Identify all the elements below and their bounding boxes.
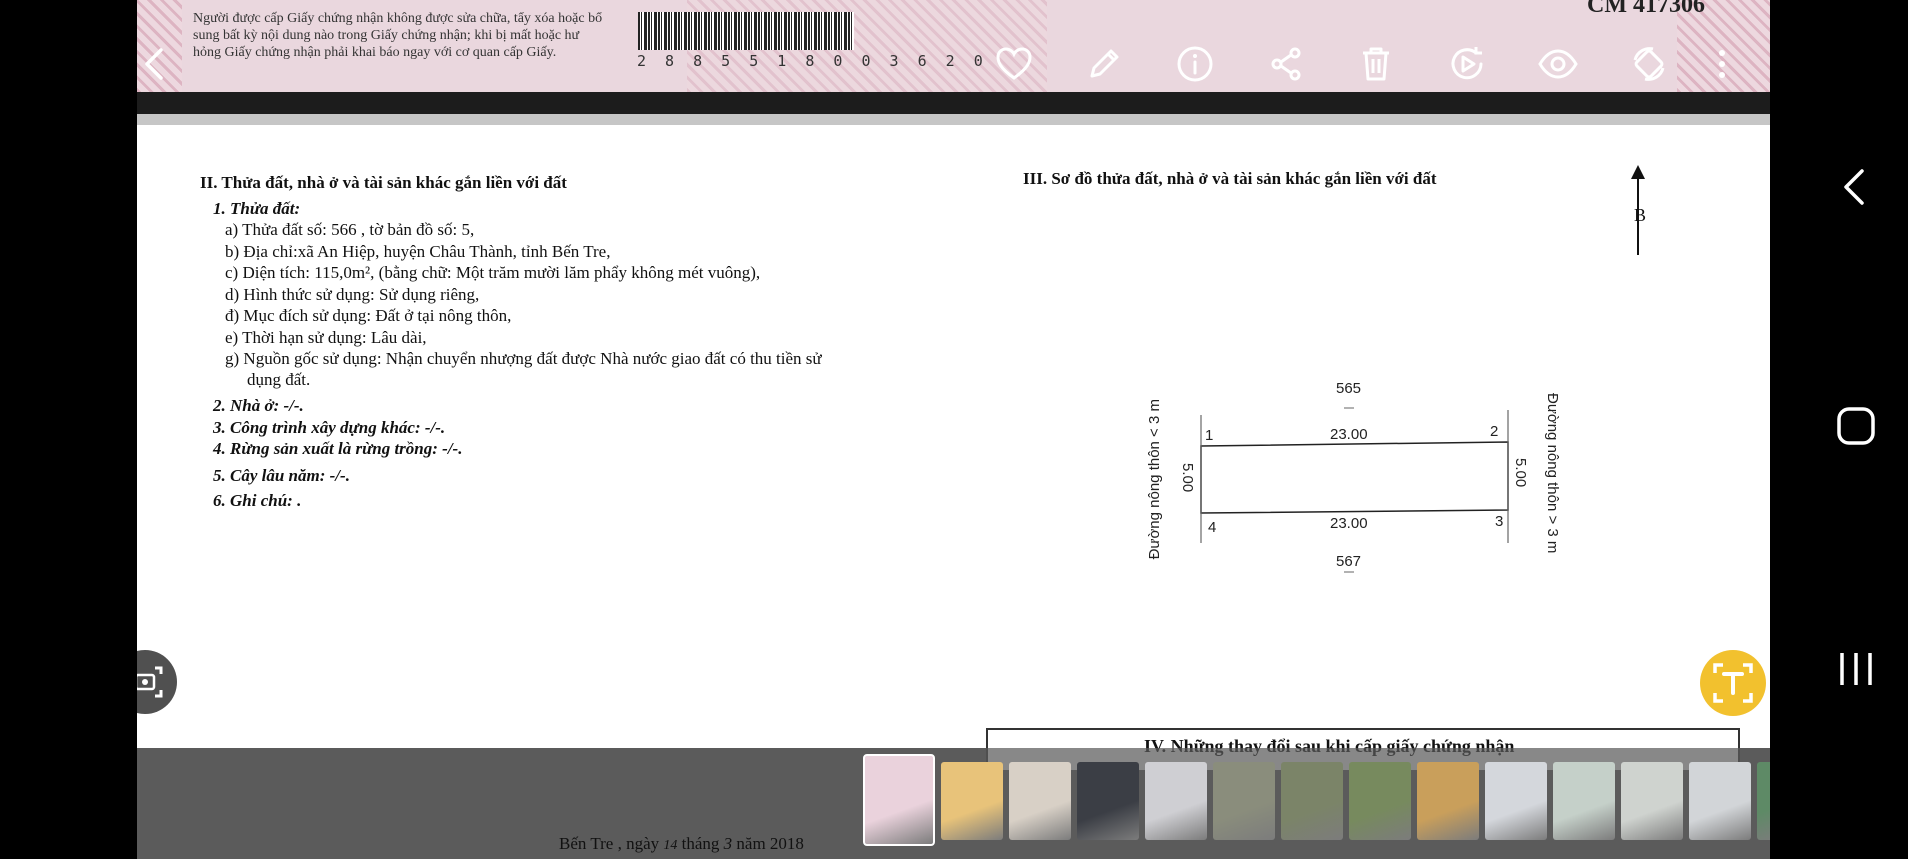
land-line: e) Thời hạn sử dụng: Lâu dài,	[225, 328, 427, 347]
rotate-button[interactable]	[1625, 40, 1673, 88]
pencil-icon	[1090, 49, 1119, 78]
chevron-left-icon	[145, 48, 163, 80]
issue-date: Bến Tre , ngày 14 tháng 3 năm 2018	[559, 834, 804, 854]
delete-button[interactable]	[1352, 40, 1400, 88]
thumbnail-doc-4[interactable]	[1621, 762, 1683, 840]
thumbnail-drawing[interactable]	[941, 762, 1003, 840]
land-line: c) Diện tích: 115,0m², (bằng chữ: Một tr…	[225, 263, 761, 282]
recents-nav-icon[interactable]	[1836, 649, 1876, 689]
thumbnail-road-1[interactable]	[1213, 762, 1275, 840]
image-viewer[interactable]: Người được cấp Giấy chứng nhận không đượ…	[137, 0, 1770, 859]
corner-label: 1	[1205, 427, 1214, 444]
neighbor-top-label: 565	[1336, 380, 1362, 397]
thumbnail-doc-5[interactable]	[1689, 762, 1751, 840]
land-line: g) Nguồn gốc sử dụng: Nhận chuyển nhượng…	[225, 349, 822, 368]
heart-icon	[996, 47, 1032, 80]
item-note: 6. Ghi chú: .	[213, 491, 302, 510]
thumbnail-fabric[interactable]	[1009, 762, 1071, 840]
more-options-button[interactable]	[1705, 40, 1739, 88]
thumbnail-strip[interactable]	[863, 754, 1770, 846]
length-left-label: 5.00	[1179, 463, 1196, 493]
barcode	[638, 12, 854, 50]
video-edit-icon	[1451, 47, 1483, 80]
item-house: 2. Nhà ở: -/-.	[213, 396, 304, 415]
text-scan-icon	[1713, 663, 1753, 703]
thumbnail-certificate[interactable]	[863, 754, 935, 846]
thumbnail-landscape[interactable]	[1757, 762, 1770, 840]
share-button[interactable]	[1262, 40, 1310, 88]
thumbnail-doc-2[interactable]	[1485, 762, 1547, 840]
back-button[interactable]	[137, 40, 177, 88]
scan-image-icon	[137, 666, 163, 698]
north-label: B	[1634, 205, 1647, 225]
corner-label: 2	[1490, 423, 1499, 440]
date-month-label: tháng	[681, 834, 720, 853]
back-nav-icon[interactable]	[1836, 165, 1876, 209]
neighbor-bottom-label: 567	[1336, 553, 1362, 570]
date-prefix: Bến Tre , ngày	[559, 834, 660, 853]
edit-button[interactable]	[1080, 40, 1128, 88]
item-forest: 4. Rừng sản xuất là rừng trồng: -/-.	[213, 439, 463, 458]
item-construction: 3. Công trình xây dựng khác: -/-.	[213, 418, 446, 437]
trash-icon	[1363, 47, 1389, 81]
plot-outline	[1200, 441, 1509, 514]
extract-text-button[interactable]	[1700, 650, 1766, 716]
divider	[137, 114, 1770, 125]
land-line: đ) Mục đích sử dụng: Đất ở tại nông thôn…	[225, 306, 512, 325]
details-button[interactable]	[1171, 40, 1219, 88]
certificate-notice: Người được cấp Giấy chứng nhận không đượ…	[193, 11, 603, 60]
corner-label: 4	[1208, 519, 1217, 536]
date-day: 14	[663, 838, 678, 853]
road-right-label: Đường nông thôn > 3 m	[1544, 393, 1561, 554]
barcode-number: 2 8 8 5 5 1 8 0 0 3 6 2 0	[637, 52, 988, 70]
thumbnail-doc-3[interactable]	[1553, 762, 1615, 840]
more-vert-icon	[1719, 50, 1725, 78]
thumbnail-document[interactable]	[1145, 762, 1207, 840]
thumbnail-road-3[interactable]	[1349, 762, 1411, 840]
view-button[interactable]	[1534, 40, 1582, 88]
length-top-label: 23.00	[1330, 426, 1368, 443]
video-edit-button[interactable]	[1443, 40, 1491, 88]
section-2-title: II. Thửa đất, nhà ở và tài sản khác gắn …	[200, 173, 567, 192]
certificate-serial: CM 417306	[1587, 0, 1705, 18]
rotate-icon	[1633, 47, 1665, 81]
land-heading: 1. Thửa đất:	[213, 199, 301, 218]
land-line: d) Hình thức sử dụng: Sử dụng riêng,	[225, 285, 480, 304]
favorite-button[interactable]	[990, 40, 1038, 88]
thumbnail-road-2[interactable]	[1281, 762, 1343, 840]
certificate-top-strip: Người được cấp Giấy chứng nhận không đượ…	[137, 0, 1770, 92]
land-line: b) Địa chỉ:xã An Hiệp, huyện Châu Thành,…	[225, 242, 611, 261]
thumbnail-food[interactable]	[1417, 762, 1479, 840]
section-3-title: III. Sơ đồ thửa đất, nhà ở và tài sản kh…	[1023, 169, 1437, 188]
date-year: năm 2018	[736, 834, 804, 853]
thumbnail-pattern[interactable]	[1077, 762, 1139, 840]
land-line: dụng đất.	[247, 370, 311, 389]
date-month: 3	[723, 834, 733, 853]
info-icon	[1177, 46, 1213, 82]
certificate-page: II. Thửa đất, nhà ở và tài sản khác gắn …	[137, 125, 1770, 748]
home-nav-icon[interactable]	[1836, 406, 1876, 446]
divider	[137, 92, 1770, 114]
share-icon	[1271, 47, 1301, 81]
length-right-label: 5.00	[1512, 458, 1529, 488]
length-bottom-label: 23.00	[1330, 515, 1368, 532]
eye-icon	[1538, 49, 1578, 79]
road-left-label: Đường nông thôn < 3 m	[1146, 399, 1163, 560]
item-perennial: 5. Cây lâu năm: -/-.	[213, 466, 350, 485]
corner-label: 3	[1495, 513, 1504, 530]
land-line: a) Thửa đất số: 566 , tờ bản đồ số: 5,	[225, 220, 475, 239]
